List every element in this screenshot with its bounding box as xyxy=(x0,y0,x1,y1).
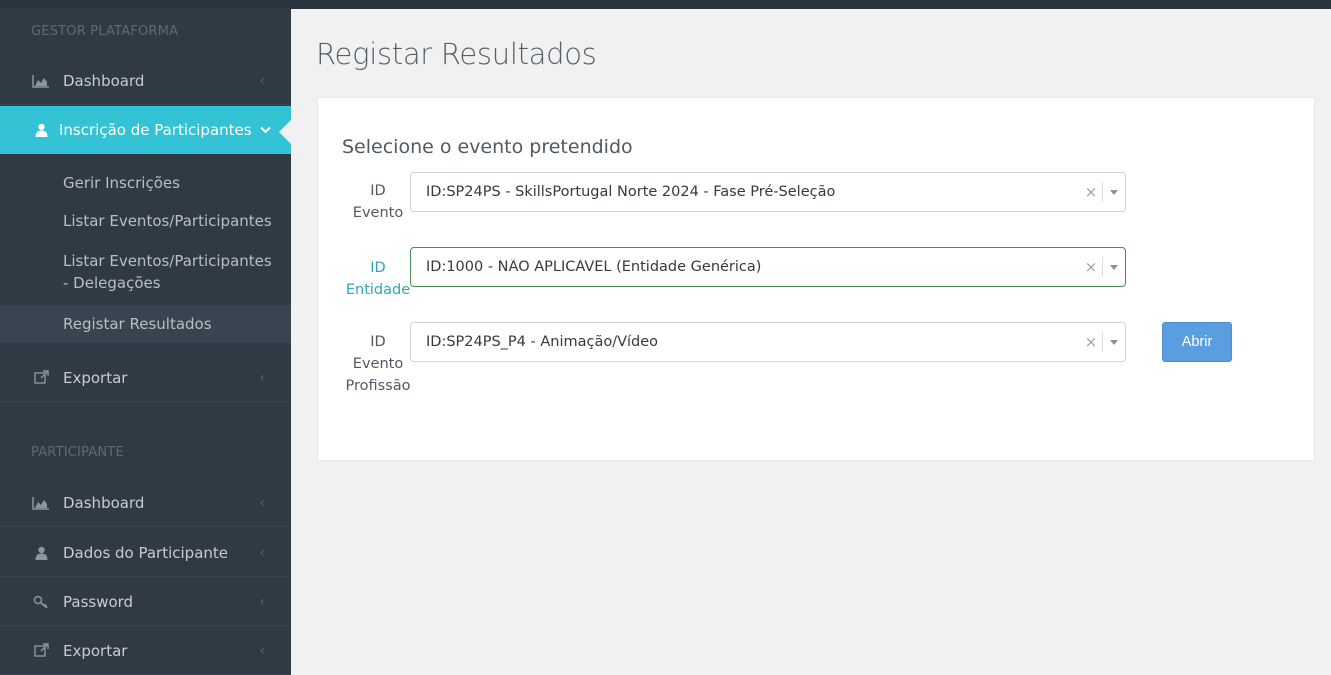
sidebar-item-label: Inscrição de Participantes xyxy=(59,121,252,139)
label-line: ID xyxy=(370,260,386,276)
external-link-icon xyxy=(31,370,51,385)
submenu-gerir-inscricoes[interactable]: Gerir Inscrições xyxy=(0,172,291,194)
profissao-select-value: ID:SP24PS_P4 - Animação/Vídeo xyxy=(426,334,659,350)
sidebar-item-password[interactable]: Password ‹ xyxy=(0,578,291,626)
panel-heading: Selecione o evento pretendido xyxy=(342,136,633,158)
chevron-left-icon: ‹ xyxy=(259,369,265,386)
field-label-entidade: ID Entidade xyxy=(342,257,414,301)
evento-select-value: ID:SP24PS - SkillsPortugal Norte 2024 - … xyxy=(426,184,836,200)
sidebar-item-label: Exportar xyxy=(63,368,128,387)
submenu-listar-delegacoes[interactable]: Listar Eventos/Participantes - Delegaçõe… xyxy=(0,250,291,294)
user-icon xyxy=(31,546,51,560)
sidebar: GESTOR PLATAFORMA Dashboard ‹ Inscrição … xyxy=(0,9,291,675)
label-line: Evento xyxy=(352,356,404,372)
submenu-label-line1: Listar Eventos/Participantes xyxy=(63,252,272,270)
section-header-gestor: GESTOR PLATAFORMA xyxy=(31,24,179,39)
entidade-select-value: ID:1000 - NÃO APLICÁVEL (Entidade Genéri… xyxy=(426,259,762,275)
active-indicator xyxy=(279,120,291,144)
external-link-icon xyxy=(31,643,51,658)
clear-icon[interactable]: × xyxy=(1080,258,1102,276)
clear-icon[interactable]: × xyxy=(1080,183,1102,201)
chevron-left-icon: ‹ xyxy=(259,593,265,610)
section-header-participante: PARTICIPANTE xyxy=(31,445,124,460)
field-label-profissao: ID Evento Profissão xyxy=(342,331,414,397)
label-line: ID xyxy=(370,334,386,350)
profissao-select[interactable]: ID:SP24PS_P4 - Animação/Vídeo × xyxy=(410,322,1126,362)
top-bar xyxy=(0,0,1331,9)
sidebar-item-label: Password xyxy=(63,592,134,611)
chevron-down-icon xyxy=(259,123,271,137)
caret-down-icon[interactable] xyxy=(1103,339,1125,345)
label-line: Profissão xyxy=(345,378,411,394)
label-line: Evento xyxy=(352,205,404,221)
submenu-listar-eventos[interactable]: Listar Eventos/Participantes xyxy=(0,210,291,232)
key-icon xyxy=(31,595,51,609)
entidade-select[interactable]: ID:1000 - NÃO APLICÁVEL (Entidade Genéri… xyxy=(410,247,1126,287)
sidebar-item-exportar[interactable]: Exportar ‹ xyxy=(0,354,291,402)
label-line: Entidade xyxy=(345,282,411,298)
sidebar-item-dados[interactable]: Dados do Participante ‹ xyxy=(0,529,291,577)
evento-select[interactable]: ID:SP24PS - SkillsPortugal Norte 2024 - … xyxy=(410,172,1126,212)
chevron-left-icon: ‹ xyxy=(259,72,265,89)
sidebar-item-dashboard[interactable]: Dashboard ‹ xyxy=(0,57,291,105)
chevron-left-icon: ‹ xyxy=(259,494,265,511)
submenu-label: Registar Resultados xyxy=(63,315,212,333)
label-line: ID xyxy=(370,183,386,199)
submenu-registar-resultados[interactable]: Registar Resultados xyxy=(0,305,291,343)
open-button[interactable]: Abrir xyxy=(1162,322,1232,362)
page-title: Registar Resultados xyxy=(316,37,597,71)
area-chart-icon xyxy=(31,74,51,88)
chevron-left-icon: ‹ xyxy=(259,642,265,659)
caret-down-icon[interactable] xyxy=(1103,189,1125,195)
user-icon xyxy=(31,123,51,137)
sidebar-item-label: Exportar xyxy=(63,641,128,660)
sidebar-item-dashboard-participante[interactable]: Dashboard ‹ xyxy=(0,479,291,527)
chevron-left-icon: ‹ xyxy=(259,544,265,561)
caret-down-icon[interactable] xyxy=(1103,264,1125,270)
sidebar-item-label: Dashboard xyxy=(63,493,145,512)
field-label-evento: ID Evento xyxy=(342,180,414,224)
results-panel: Selecione o evento pretendido ID Evento … xyxy=(317,97,1315,461)
area-chart-icon xyxy=(31,496,51,510)
sidebar-item-label: Dados do Participante xyxy=(63,543,229,562)
sidebar-item-label: Dashboard xyxy=(63,71,145,90)
sidebar-item-inscricao[interactable]: Inscrição de Participantes xyxy=(0,106,291,154)
submenu-label-line2: - Delegações xyxy=(63,274,161,292)
clear-icon[interactable]: × xyxy=(1080,333,1102,351)
sidebar-item-exportar-participante[interactable]: Exportar ‹ xyxy=(0,627,291,675)
